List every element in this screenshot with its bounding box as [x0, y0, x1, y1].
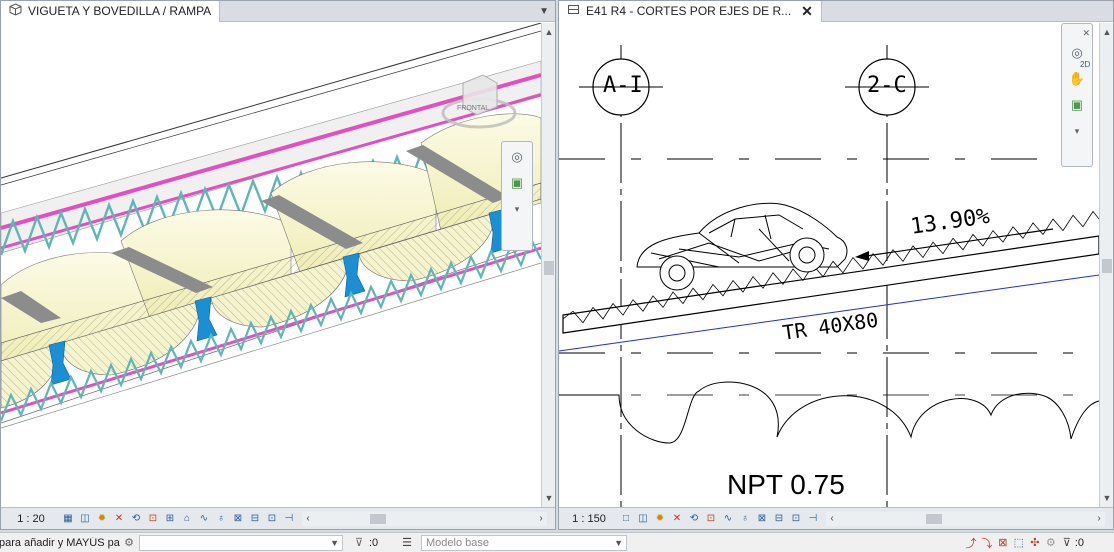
scroll-thumb[interactable] — [1102, 259, 1112, 273]
lock-view-icon[interactable]: ⌂ — [180, 512, 194, 526]
scroll-up-icon[interactable]: ▲ — [1100, 25, 1113, 39]
close-icon[interactable]: ✕ — [801, 3, 813, 20]
view-scale[interactable]: 1 : 150 — [559, 513, 619, 525]
navigation-bar[interactable]: ✕ ◎ 2D ✋ ▣ ▾ — [1061, 23, 1093, 167]
workset-icon[interactable]: ⚙ — [121, 535, 137, 551]
scroll-left-icon[interactable]: ‹ — [826, 512, 838, 526]
worksharing-icon[interactable]: ⊟ — [248, 512, 262, 526]
tab-3d-view[interactable]: VIGUETA Y BOVEDILLA / RAMPA — [1, 1, 221, 22]
workset-dropdown[interactable]: ▼ — [139, 534, 343, 551]
sun-path-icon[interactable]: ✹ — [95, 512, 109, 526]
analytical-model-icon[interactable]: ⊡ — [789, 512, 803, 526]
left-tab-bar: VIGUETA Y BOVEDILLA / RAMPA ▼ — [1, 1, 555, 22]
shadows-icon[interactable]: ✕ — [670, 512, 684, 526]
nav-2d-label: 2D — [1080, 60, 1091, 69]
crop-view-icon[interactable]: ⊡ — [146, 512, 160, 526]
constraints-icon[interactable]: ⊣ — [282, 512, 296, 526]
scroll-thumb[interactable] — [370, 513, 386, 524]
grid-bubble-2c[interactable]: 2-C — [867, 73, 907, 98]
right-view-control-bar: 1 : 150 □ ◫ ✹ ✕ ⟲ ⊡ ∿ ♁ ⊠ ⊟ ⊡ ⊣ ‹ › — [559, 507, 1113, 529]
right-vertical-scrollbar[interactable]: ▲ ▼ — [1099, 23, 1113, 507]
left-vertical-scrollbar[interactable]: ▲ ▼ — [541, 23, 555, 507]
left-horizontal-scrollbar[interactable]: ‹ › — [302, 511, 547, 526]
scroll-right-icon[interactable]: › — [1093, 512, 1105, 526]
navigation-bar[interactable]: ◎ ▣ ▾ — [501, 141, 533, 251]
select-pinned-icon[interactable]: ⊠ — [995, 535, 1011, 551]
level-label[interactable]: NPT 0.75 — [727, 469, 845, 501]
filter-count: :0 — [369, 536, 379, 549]
scroll-thumb[interactable] — [544, 261, 554, 275]
temp-hide-icon[interactable]: ∿ — [721, 512, 735, 526]
scroll-right-icon[interactable]: › — [535, 512, 547, 526]
temp-hide-icon[interactable]: ∿ — [197, 512, 211, 526]
background-process-icon[interactable]: ⚙ — [1043, 535, 1059, 551]
crop-view-icon[interactable]: ⊡ — [704, 512, 718, 526]
worksharing-icon[interactable]: ⊟ — [772, 512, 786, 526]
visual-style-icon[interactable]: ◫ — [636, 512, 650, 526]
steering-wheel-icon[interactable]: ◎ — [506, 146, 528, 168]
status-hint-text: para añadir y MAYÚS pa — [0, 536, 120, 549]
nav-menu-icon[interactable]: ▾ — [1066, 120, 1088, 142]
workset-value: Modelo base — [426, 536, 489, 549]
select-links-icon[interactable]: ⤴ — [963, 535, 979, 551]
right-tab-bar: E41 R4 - CORTES POR EJES DE R... ✕ — [559, 1, 1113, 22]
view-scale[interactable]: 1 : 20 — [1, 513, 61, 525]
viewcube[interactable]: FRONTAL — [441, 65, 521, 135]
rendering-icon[interactable]: ⟲ — [687, 512, 701, 526]
sun-path-icon[interactable]: ✹ — [653, 512, 667, 526]
status-bar: para añadir y MAYÚS pa ⚙ ▼ ⊽ :0 ☰ Modelo… — [0, 532, 1114, 552]
visual-style-icon[interactable]: ◫ — [78, 512, 92, 526]
tab-menu-icon[interactable]: ▼ — [539, 6, 549, 17]
zoom-icon[interactable]: ▣ — [506, 172, 528, 194]
zoom-icon[interactable]: ▣ — [1066, 94, 1088, 116]
rendering-icon[interactable]: ⟲ — [129, 512, 143, 526]
left-view-control-bar: 1 : 20 ▦ ◫ ✹ ✕ ⟲ ⊡ ⊞ ⌂ ∿ ♁ ⊠ ⊟ ⊡ ⊣ ‹ › — [1, 507, 555, 529]
analytical-model-icon[interactable]: ⊡ — [265, 512, 279, 526]
viewcube-label: FRONTAL — [457, 105, 490, 112]
car-icon — [636, 202, 848, 291]
reveal-hidden-icon[interactable]: ♁ — [738, 512, 752, 526]
design-options-icon[interactable]: ☰ — [399, 535, 415, 551]
tab-title: VIGUETA Y BOVEDILLA / RAMPA — [28, 4, 212, 18]
tab-title: E41 R4 - CORTES POR EJES DE R... — [586, 4, 792, 18]
temp-properties-icon[interactable]: ⊠ — [755, 512, 769, 526]
filter-icon[interactable]: ⊽ — [351, 535, 367, 551]
detail-level-icon[interactable]: ▦ — [61, 512, 75, 526]
detail-level-icon[interactable]: □ — [619, 512, 633, 526]
shadows-icon[interactable]: ✕ — [112, 512, 126, 526]
selection-count: :0 — [1074, 536, 1084, 549]
right-view-window[interactable]: E41 R4 - CORTES POR EJES DE R... ✕ A-I 2… — [558, 0, 1114, 530]
3d-cube-icon — [9, 3, 22, 19]
filter-selection-icon[interactable]: ⊽ — [1059, 535, 1075, 551]
section-view-icon — [567, 3, 580, 19]
scroll-down-icon[interactable]: ▼ — [1100, 491, 1113, 505]
right-horizontal-scrollbar[interactable]: ‹ › — [826, 511, 1105, 526]
design-option-dropdown[interactable]: Modelo base ▼ — [421, 534, 627, 551]
crop-region-icon[interactable]: ⊞ — [163, 512, 177, 526]
temp-properties-icon[interactable]: ⊠ — [231, 512, 245, 526]
scroll-thumb[interactable] — [926, 513, 942, 524]
select-underlay-icon[interactable]: ⤵ — [979, 535, 995, 551]
constraints-icon[interactable]: ⊣ — [806, 512, 820, 526]
drag-elements-icon[interactable]: ✣ — [1027, 535, 1043, 551]
scroll-down-icon[interactable]: ▼ — [542, 491, 555, 505]
reveal-hidden-icon[interactable]: ♁ — [214, 512, 228, 526]
section-viewport[interactable]: A-I 2-C 13.90% TR 40X80 NPT 0.75 ✕ ◎ 2D … — [559, 23, 1099, 507]
nav-menu-icon[interactable]: ▾ — [506, 198, 528, 220]
grid-bubble-a1[interactable]: A-I — [603, 73, 643, 98]
view-control-icons: □ ◫ ✹ ✕ ⟲ ⊡ ∿ ♁ ⊠ ⊟ ⊡ ⊣ — [619, 512, 820, 526]
3d-viewport[interactable]: FRONTAL ◎ ▣ ▾ — [1, 23, 541, 507]
select-by-face-icon[interactable]: ⬚ — [1011, 535, 1027, 551]
scroll-left-icon[interactable]: ‹ — [302, 512, 314, 526]
pan-icon[interactable]: ✋ — [1066, 68, 1088, 90]
view-control-icons: ▦ ◫ ✹ ✕ ⟲ ⊡ ⊞ ⌂ ∿ ♁ ⊠ ⊟ ⊡ ⊣ — [61, 512, 296, 526]
tab-section-view[interactable]: E41 R4 - CORTES POR EJES DE R... ✕ — [559, 1, 822, 22]
close-nav-icon[interactable]: ✕ — [1064, 28, 1090, 38]
scroll-up-icon[interactable]: ▲ — [542, 25, 555, 39]
left-view-window[interactable]: VIGUETA Y BOVEDILLA / RAMPA ▼ FRONTAL ◎ … — [0, 0, 556, 530]
